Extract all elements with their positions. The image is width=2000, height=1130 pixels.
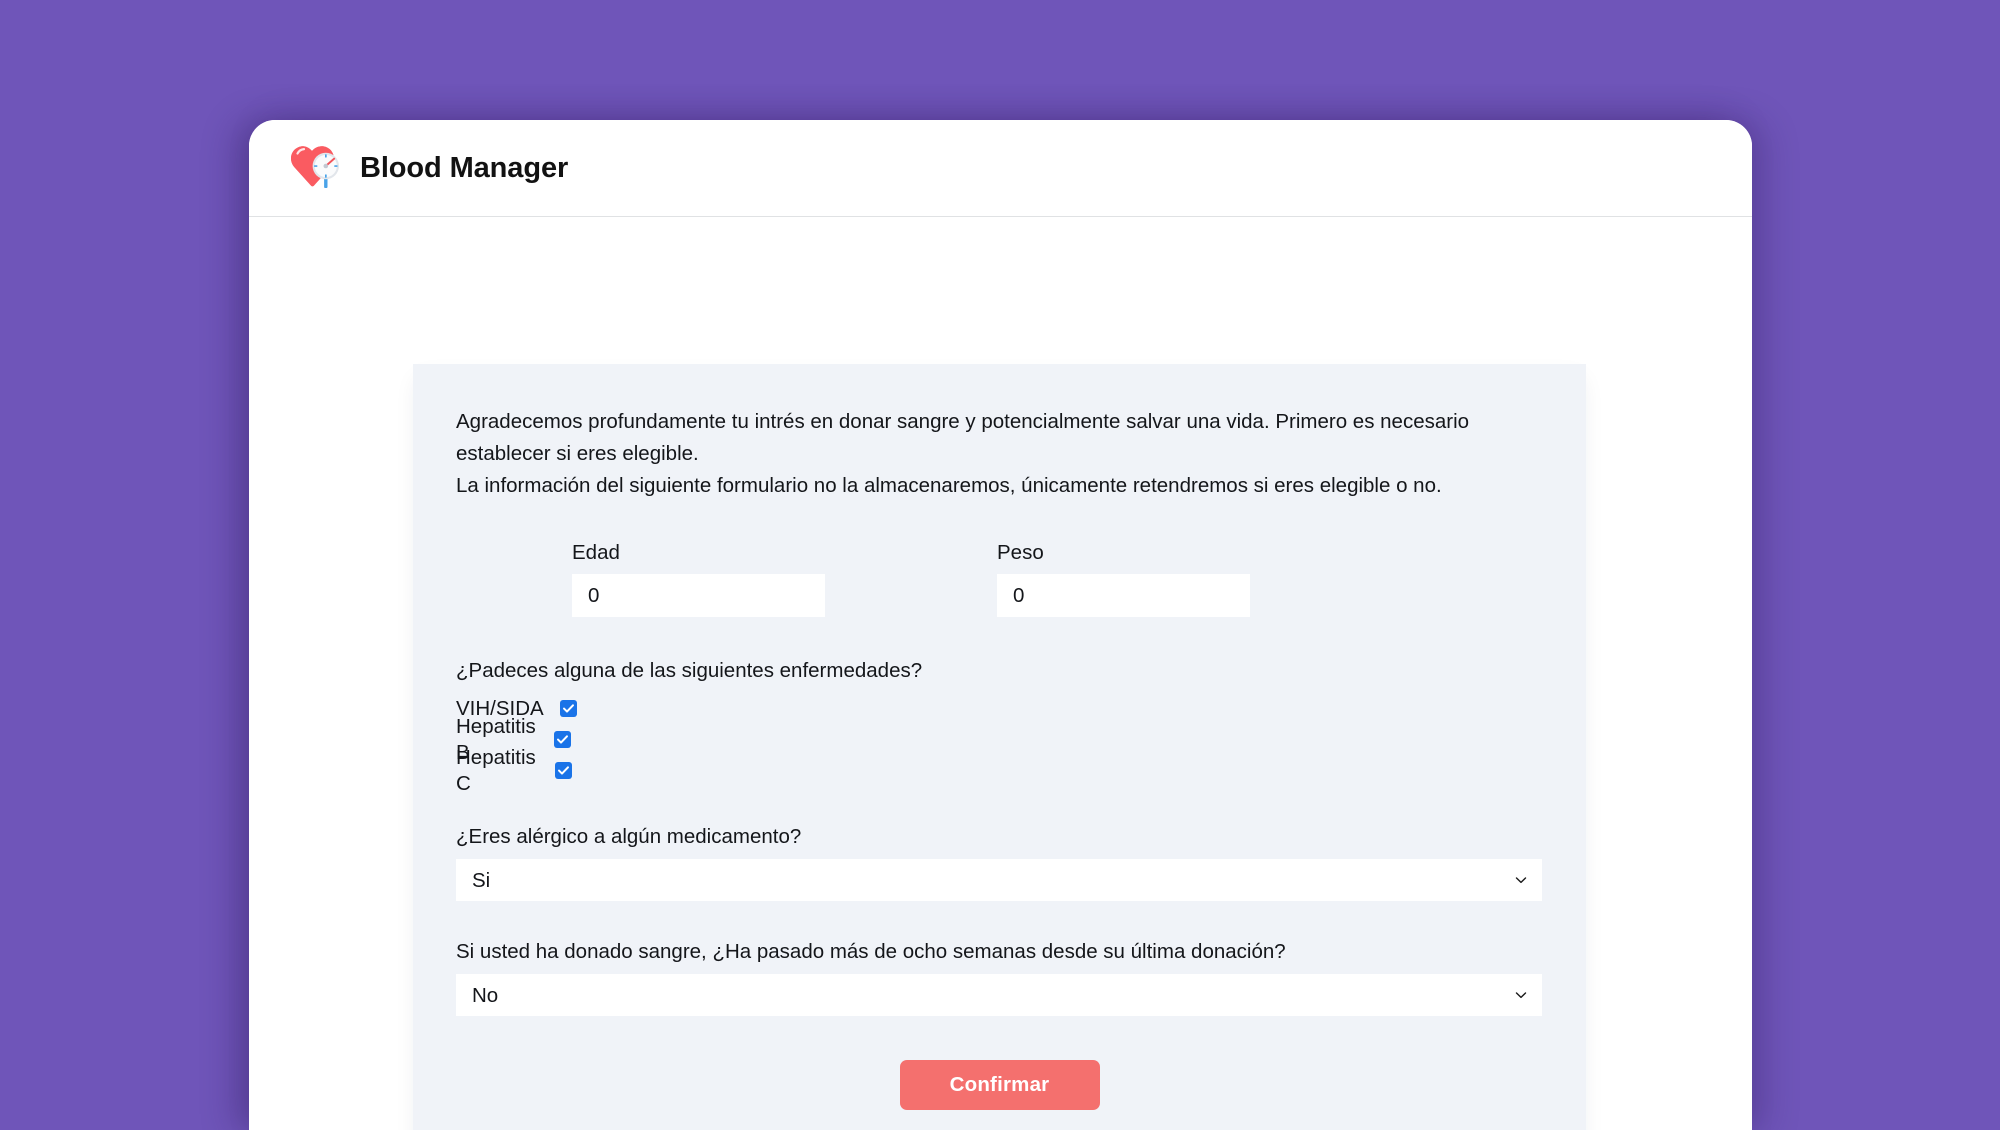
heart-blood-pressure-gauge-icon: [291, 146, 339, 188]
intro-text: Agradecemos profundamente tu intrés en d…: [456, 406, 1502, 502]
checkbox-row-vih-sida[interactable]: VIH/SIDA: [456, 693, 1544, 724]
checkbox-vih-sida[interactable]: [560, 700, 577, 717]
intro-line-2: La información del siguiente formulario …: [456, 474, 1442, 497]
page-body: Agradecemos profundamente tu intrés en d…: [249, 217, 1752, 1130]
last-donation-block: Si usted ha donado sangre, ¿Ha pasado má…: [456, 939, 1544, 1016]
confirm-row: Confirmar: [455, 1060, 1544, 1110]
checkbox-row-hepatitis-c[interactable]: Hepatitis C: [456, 746, 1544, 795]
last-donation-select[interactable]: Si No: [456, 974, 1542, 1016]
last-donation-question: Si usted ha donado sangre, ¿Ha pasado má…: [456, 940, 1286, 963]
checkbox-hepatitis-b[interactable]: [554, 731, 571, 748]
weight-input[interactable]: [997, 574, 1250, 617]
checkbox-row-hepatitis-b[interactable]: Hepatitis B: [456, 715, 1544, 764]
allergy-block: ¿Eres alérgico a algún medicamento? Si N…: [456, 824, 1544, 901]
eligibility-form-card: Agradecemos profundamente tu intrés en d…: [413, 364, 1586, 1130]
check-icon: [558, 766, 569, 775]
intro-line-1: Agradecemos profundamente tu intrés en d…: [456, 410, 1470, 465]
checkbox-hepatitis-c[interactable]: [555, 762, 572, 779]
allergy-select-wrap: Si No: [456, 859, 1542, 901]
check-icon: [563, 704, 574, 713]
brand[interactable]: Blood Manager: [288, 142, 568, 194]
diseases-question: ¿Padeces alguna de las siguientes enferm…: [456, 659, 923, 682]
diseases-checkbox-list: VIH/SIDA Hepatitis B Hepatitis C: [456, 693, 1544, 795]
checkbox-label-hepatitis-c: Hepatitis C: [456, 745, 536, 795]
age-input[interactable]: [572, 574, 825, 617]
check-icon: [557, 735, 568, 744]
app-window: Blood Manager Agradecemos profundamente …: [249, 120, 1752, 1130]
age-field-group: Edad: [572, 540, 825, 617]
last-donation-select-wrap: Si No: [456, 974, 1542, 1016]
allergy-select[interactable]: Si No: [456, 859, 1542, 901]
confirm-button[interactable]: Confirmar: [899, 1060, 1100, 1110]
weight-field-group: Peso: [997, 540, 1250, 617]
measurements-row: Edad Peso: [572, 540, 1544, 617]
app-header: Blood Manager: [249, 120, 1752, 232]
allergy-question: ¿Eres alérgico a algún medicamento?: [456, 825, 802, 848]
weight-label: Peso: [997, 541, 1044, 564]
age-label: Edad: [572, 541, 620, 564]
brand-title: Blood Manager: [360, 151, 569, 184]
